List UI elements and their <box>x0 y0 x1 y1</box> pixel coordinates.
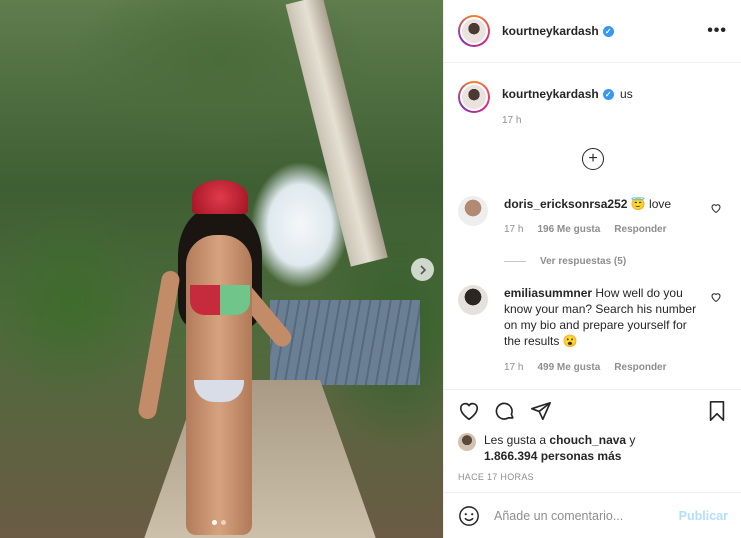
commenter-username[interactable]: doris_ericksonrsa252 <box>504 197 627 211</box>
verified-icon: ✓ <box>602 26 614 38</box>
post-actions: Les gusta a chouch_nava y 1.866.394 pers… <box>444 389 741 482</box>
post-timestamp[interactable]: HACE 17 HORAS <box>458 472 728 482</box>
photo-wooden-deck <box>270 300 420 385</box>
likes-summary: Les gusta a chouch_nava y 1.866.394 pers… <box>458 432 728 464</box>
comment-item: doris_ericksonrsa252 😇 love 17 h 196 Me … <box>444 196 741 238</box>
caption: kourtneykardash ✓ us 17 h <box>444 63 741 126</box>
bookmark-icon[interactable] <box>706 400 728 422</box>
commenter-avatar[interactable] <box>458 285 488 315</box>
comment-item: emiliasummner How well do you know your … <box>444 285 741 376</box>
post-side-panel: kourtneykardash ✓ ••• kourtneykardash ✓ us… <box>443 0 741 538</box>
comment-icon[interactable] <box>494 400 516 422</box>
carousel-next-button[interactable] <box>411 258 434 281</box>
comment-likes[interactable]: 196 Me gusta <box>537 222 600 238</box>
comment-likes[interactable]: 499 Me gusta <box>537 360 600 376</box>
post-header: kourtneykardash ✓ ••• <box>444 0 741 63</box>
comment-time[interactable]: 17 h <box>504 360 523 376</box>
likes-middle: y <box>626 433 636 447</box>
reply-button[interactable]: Responder <box>614 222 666 238</box>
publish-button[interactable]: Publicar <box>679 509 728 523</box>
commenter-username[interactable]: emiliasummner <box>504 286 592 300</box>
caption-username[interactable]: kourtneykardash ✓ <box>502 87 614 101</box>
likes-prefix: Les gusta a <box>484 433 550 447</box>
comments-section: kourtneykardash ✓ us 17 h + doris_erickso… <box>444 63 741 389</box>
commenter-avatar[interactable] <box>458 196 488 226</box>
caption-time[interactable]: 17 h <box>502 115 633 126</box>
likes-count[interactable]: 1.866.394 personas más <box>484 449 621 463</box>
add-comment-bar: Publicar <box>444 492 741 538</box>
photo-tree-trunk <box>285 0 388 267</box>
photo-person <box>137 180 295 538</box>
carousel-indicator <box>212 520 226 525</box>
chevron-right-icon <box>419 264 426 275</box>
heart-icon[interactable] <box>710 202 722 214</box>
heart-icon[interactable] <box>458 400 480 422</box>
post-photo[interactable] <box>0 0 443 538</box>
share-icon[interactable] <box>530 400 552 422</box>
comment-input[interactable] <box>494 508 674 523</box>
carousel-dot <box>212 520 217 525</box>
comment-text: 😇 love <box>630 197 672 211</box>
caption-text: us <box>620 87 633 101</box>
comment-time[interactable]: 17 h <box>504 222 523 238</box>
caption-avatar[interactable] <box>458 81 490 113</box>
load-more-comments-icon[interactable]: + <box>582 148 604 170</box>
author-avatar[interactable] <box>458 15 490 47</box>
view-replies-button[interactable]: Ver respuestas (5) <box>504 256 741 267</box>
verified-icon: ✓ <box>602 89 614 101</box>
carousel-dot <box>221 520 226 525</box>
emoji-icon[interactable] <box>458 505 480 527</box>
heart-icon[interactable] <box>710 291 722 303</box>
reply-button[interactable]: Responder <box>614 360 666 376</box>
author-username[interactable]: kourtneykardash ✓ <box>502 24 614 38</box>
more-options-icon[interactable]: ••• <box>707 22 727 40</box>
liker-username[interactable]: chouch_nava <box>549 433 626 447</box>
liker-avatar[interactable] <box>458 433 476 451</box>
